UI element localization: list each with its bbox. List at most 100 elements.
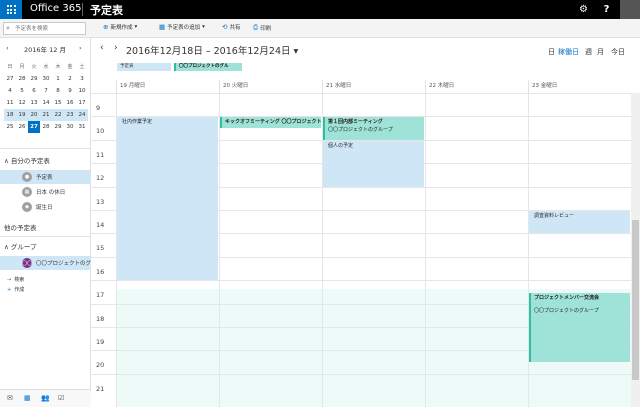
group-avatar: 〇〇 bbox=[22, 258, 32, 268]
mini-day-cell[interactable]: 18 bbox=[4, 109, 16, 121]
mini-day-cell[interactable]: 9 bbox=[64, 85, 76, 97]
left-pane: ‹ 2016年 12 月 › 日月火水木金土 27 28 29 30 1 2 3 4 5 6 7 8 9 1… bbox=[0, 38, 91, 407]
mini-day-cell[interactable]: 17 bbox=[76, 97, 88, 109]
view-workweek[interactable]: 稼働日 bbox=[558, 47, 579, 57]
waffle-icon bbox=[6, 5, 16, 14]
mini-day-cell[interactable]: 29 bbox=[52, 121, 64, 133]
calendar-event[interactable]: 個人の予定 bbox=[323, 140, 424, 187]
calendar-event[interactable]: キックオフミーティング 〇〇プロジェクト bbox=[220, 117, 321, 129]
hour-row[interactable] bbox=[91, 93, 631, 116]
view-week[interactable]: 週 bbox=[585, 47, 592, 57]
settings-gear-icon[interactable]: ⚙ bbox=[574, 0, 593, 19]
mini-day-cell[interactable]: 31 bbox=[76, 121, 88, 133]
mini-weekday-label: 金 bbox=[67, 64, 73, 70]
calendar-item-birthdays[interactable]: ◆ 誕生日 bbox=[0, 200, 91, 214]
browse-groups-link[interactable]: → 検索 bbox=[7, 276, 24, 283]
new-event-dropdown-icon[interactable]: ▾ bbox=[134, 24, 137, 30]
mini-day-cell[interactable]: 11 bbox=[4, 97, 16, 109]
search-box[interactable]: ⌕ bbox=[3, 22, 86, 35]
mini-day-cell[interactable]: 16 bbox=[64, 97, 76, 109]
calendar-event[interactable]: 調査資料レビュー bbox=[529, 211, 630, 234]
calendar-item-holidays[interactable]: ▦ 日本 の休日 bbox=[0, 185, 91, 199]
mini-day-cell[interactable]: 7 bbox=[40, 85, 52, 97]
calendar-icon[interactable]: ▦ bbox=[24, 394, 31, 402]
mini-day-cell[interactable]: 27 bbox=[28, 121, 40, 133]
mini-day-cell[interactable]: 4 bbox=[4, 85, 16, 97]
day-header[interactable]: 21 水曜日 bbox=[322, 80, 425, 93]
mini-day-cell[interactable]: 24 bbox=[76, 109, 88, 121]
app-launcher-button[interactable] bbox=[0, 0, 22, 19]
prev-week-icon[interactable]: ‹ bbox=[100, 43, 104, 53]
mini-day-cell[interactable]: 1 bbox=[52, 73, 64, 85]
calendar-event[interactable]: 社内作業予定 bbox=[117, 117, 218, 281]
grid-scrollbar-thumb[interactable] bbox=[632, 220, 639, 380]
event-title: 調査資料レビュー bbox=[534, 213, 575, 219]
print-button[interactable]: ⎙ 印刷 bbox=[253, 23, 271, 32]
new-event-button[interactable]: ⊕ 新規作成 ▾ bbox=[103, 23, 137, 31]
tasks-icon[interactable]: ☑ bbox=[58, 394, 64, 402]
add-calendar-button[interactable]: ▦ 予定表の追加 ▾ bbox=[159, 23, 205, 31]
mini-day-cell[interactable]: 5 bbox=[16, 85, 28, 97]
mini-day-cell[interactable]: 8 bbox=[52, 85, 64, 97]
mini-day-cell[interactable]: 2 bbox=[64, 73, 76, 85]
all-day-chip-group[interactable]: 〇〇プロジェクトのグル bbox=[174, 63, 242, 71]
groups-heading[interactable]: ∧ グループ bbox=[4, 241, 36, 251]
calendar-event[interactable]: プロジェクトメンバー交流会 〇〇プロジェクトのグループ bbox=[529, 292, 630, 363]
help-icon[interactable]: ? bbox=[597, 0, 616, 19]
chevron-up-icon: ∧ bbox=[4, 157, 11, 165]
mini-day-cell[interactable]: 6 bbox=[28, 85, 40, 97]
my-calendars-heading[interactable]: ∧ 自分の予定表 bbox=[4, 155, 50, 165]
mini-day-cell[interactable]: 30 bbox=[40, 73, 52, 85]
day-header[interactable]: 19 月曜日 bbox=[116, 80, 219, 93]
mini-day-cell[interactable]: 23 bbox=[64, 109, 76, 121]
mini-day-cell[interactable]: 29 bbox=[28, 73, 40, 85]
mini-day-cell[interactable]: 15 bbox=[52, 97, 64, 109]
mini-weekday-header: 日月火水木金土 bbox=[4, 61, 88, 73]
group-item-project[interactable]: 〇〇 〇〇プロジェクトのグル bbox=[0, 256, 91, 270]
mini-day-cell[interactable]: 25 bbox=[4, 121, 16, 133]
view-today[interactable]: 今日 bbox=[611, 47, 625, 57]
mini-day-cell[interactable]: 27 bbox=[4, 73, 16, 85]
mini-day-cell[interactable]: 12 bbox=[16, 97, 28, 109]
user-avatar[interactable] bbox=[620, 0, 640, 19]
share-button[interactable]: ⟲ 共有 bbox=[222, 23, 240, 31]
mini-day-cell[interactable]: 19 bbox=[16, 109, 28, 121]
day-header[interactable]: 22 木曜日 bbox=[425, 80, 528, 93]
mini-day-cell[interactable]: 28 bbox=[40, 121, 52, 133]
view-month[interactable]: 月 bbox=[597, 47, 604, 57]
other-calendars-heading[interactable]: 他の予定表 bbox=[4, 222, 37, 232]
create-group-link[interactable]: + 作成 bbox=[7, 286, 24, 293]
mini-week-row: 25 26 27 28 29 30 31 bbox=[4, 121, 88, 133]
hour-row[interactable] bbox=[91, 373, 631, 397]
search-input[interactable] bbox=[15, 24, 83, 34]
divider bbox=[0, 148, 91, 149]
mini-day-cell[interactable]: 22 bbox=[52, 109, 64, 121]
hour-label: 12 bbox=[96, 174, 105, 183]
people-icon[interactable]: 👥 bbox=[41, 394, 50, 402]
mini-day-cell[interactable]: 3 bbox=[76, 73, 88, 85]
print-label: 印刷 bbox=[260, 25, 272, 32]
mini-week-row: 18 19 20 21 22 23 24 bbox=[4, 109, 88, 121]
mini-day-cell[interactable]: 20 bbox=[28, 109, 40, 121]
top-bar: Office 365 予定表 ⚙ ? bbox=[0, 0, 640, 19]
mini-prev-month-icon[interactable]: ‹ bbox=[6, 44, 9, 52]
mini-day-cell[interactable]: 30 bbox=[64, 121, 76, 133]
mini-day-cell[interactable]: 13 bbox=[28, 97, 40, 109]
brand-name[interactable]: Office 365 bbox=[30, 3, 81, 14]
view-day[interactable]: 日 bbox=[548, 47, 555, 57]
mini-day-cell[interactable]: 14 bbox=[40, 97, 52, 109]
all-day-chip-calendar[interactable]: 予定表 bbox=[117, 63, 171, 71]
mini-next-month-icon[interactable]: › bbox=[79, 44, 82, 52]
mail-icon[interactable]: ✉ bbox=[7, 394, 13, 402]
mini-day-cell[interactable]: 10 bbox=[76, 85, 88, 97]
mini-day-cell[interactable]: 28 bbox=[16, 73, 28, 85]
day-header[interactable]: 20 火曜日 bbox=[219, 80, 322, 93]
calendar-item-main[interactable]: ● 予定表 bbox=[0, 170, 91, 184]
day-header[interactable]: 23 金曜日 bbox=[528, 80, 631, 93]
next-week-icon[interactable]: › bbox=[114, 43, 118, 53]
mini-day-cell[interactable]: 26 bbox=[16, 121, 28, 133]
mini-day-cell[interactable]: 21 bbox=[40, 109, 52, 121]
module-switcher: ✉ ▦ 👥 ☑ bbox=[0, 389, 91, 407]
calendar-event[interactable]: 第１回内部ミーティング 〇〇プロジェクトのグループ bbox=[323, 117, 424, 140]
date-range-title[interactable]: 2016年12月18日 – 2016年12月24日 ▾ bbox=[126, 43, 298, 57]
